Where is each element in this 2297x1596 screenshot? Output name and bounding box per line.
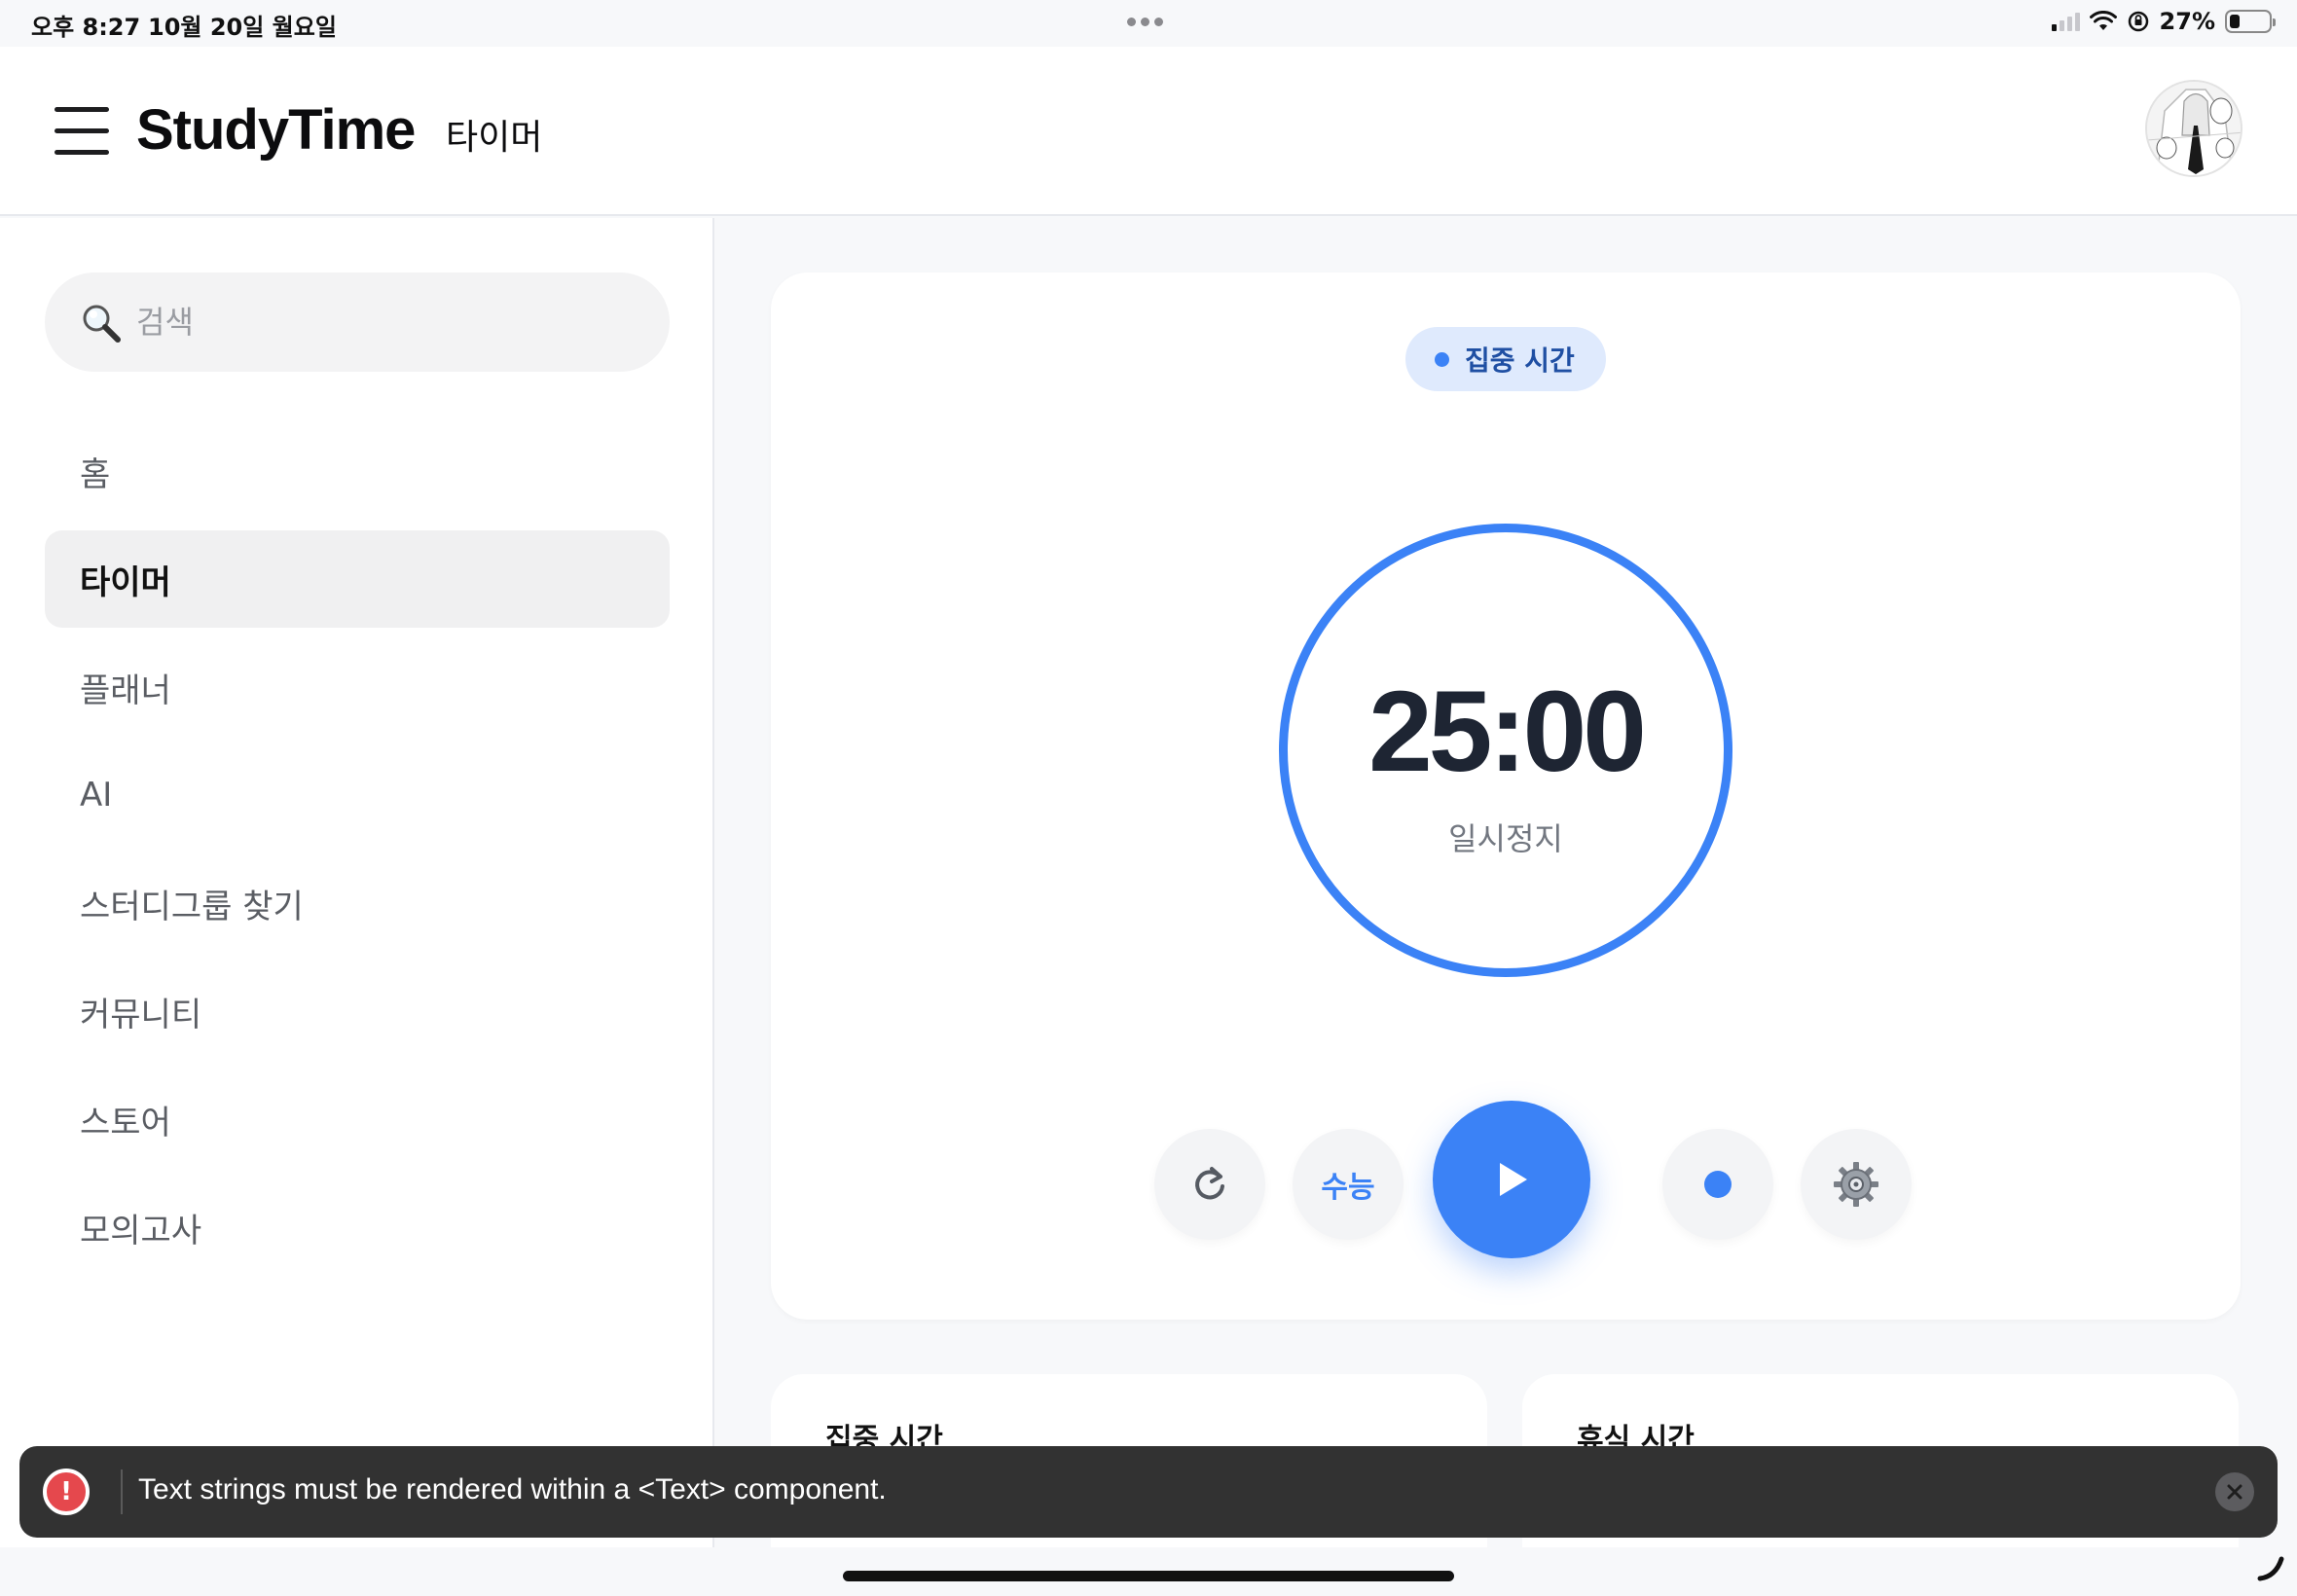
status-date: 10월 20일 월요일 bbox=[148, 14, 337, 41]
avatar[interactable] bbox=[2145, 80, 2242, 177]
menu-icon[interactable] bbox=[55, 105, 109, 156]
wifi-icon bbox=[2089, 11, 2117, 30]
search-input[interactable] bbox=[136, 272, 642, 372]
sidebar-item-label: 타이머 bbox=[80, 562, 171, 602]
multitasking-dots-icon[interactable] bbox=[1127, 18, 1163, 26]
bottom-bar bbox=[0, 1547, 2297, 1596]
error-icon: ! bbox=[43, 1469, 90, 1515]
battery-fill bbox=[2230, 15, 2240, 28]
play-button[interactable] bbox=[1433, 1101, 1590, 1258]
timer-display: 25:00 bbox=[1368, 668, 1647, 796]
status-bar: 오후 8:27 10월 20일 월요일 27% bbox=[0, 0, 2297, 47]
sidebar-item-ai[interactable]: AI bbox=[45, 746, 670, 844]
orientation-lock-icon bbox=[2128, 11, 2148, 32]
close-icon bbox=[2227, 1484, 2242, 1500]
app-brand: StudyTime bbox=[136, 98, 416, 162]
app-header: StudyTime 타이머 bbox=[0, 47, 2297, 216]
main-content: 집중 시간 25:00 일시정지 수능 집중 시간 휴식 시간 bbox=[716, 218, 2297, 1596]
record-button[interactable] bbox=[1662, 1129, 1773, 1240]
mode-label: 집중 시간 bbox=[1465, 345, 1575, 377]
sidebar-item-label: 스터디그룹 찾기 bbox=[80, 887, 304, 926]
battery-percent: 27% bbox=[2159, 8, 2215, 35]
sidebar-item-planner[interactable]: 플래너 bbox=[45, 638, 670, 736]
sidebar-item-store[interactable]: 스토어 bbox=[45, 1070, 670, 1168]
sidebar-item-label: 플래너 bbox=[80, 671, 171, 710]
preset-button[interactable]: 수능 bbox=[1293, 1129, 1404, 1240]
error-toast: ! Text strings must be rendered within a… bbox=[19, 1446, 2278, 1538]
sidebar-item-label: 스토어 bbox=[80, 1103, 171, 1143]
settings-button[interactable] bbox=[1801, 1129, 1912, 1240]
search-box[interactable] bbox=[45, 272, 670, 372]
reset-button[interactable] bbox=[1154, 1129, 1265, 1240]
sidebar-item-home[interactable]: 홈 bbox=[45, 422, 670, 520]
gear-icon bbox=[1834, 1162, 1878, 1207]
play-icon bbox=[1500, 1163, 1527, 1196]
sidebar-nav: 홈 타이머 플래너 AI 스터디그룹 찾기 커뮤니티 스토어 모의고사 bbox=[45, 422, 670, 1287]
sidebar-item-mock-exam[interactable]: 모의고사 bbox=[45, 1179, 670, 1276]
sidebar-item-label: 홈 bbox=[80, 454, 111, 494]
status-right-group: 27% bbox=[2051, 8, 2276, 35]
status-time: 오후 8:27 bbox=[31, 14, 141, 41]
sidebar: 홈 타이머 플래너 AI 스터디그룹 찾기 커뮤니티 스토어 모의고사 bbox=[0, 218, 714, 1596]
sidebar-item-label: AI bbox=[80, 776, 113, 815]
reset-icon bbox=[1195, 1167, 1224, 1200]
mode-badge[interactable]: 집중 시간 bbox=[1405, 327, 1606, 391]
timer-progress-ring: 25:00 일시정지 bbox=[1279, 524, 1732, 977]
sidebar-item-label: 커뮤니티 bbox=[80, 995, 202, 1034]
preset-label: 수능 bbox=[1321, 1171, 1375, 1205]
home-indicator[interactable] bbox=[843, 1571, 1454, 1581]
toast-divider bbox=[121, 1469, 123, 1514]
timer-card: 집중 시간 25:00 일시정지 수능 bbox=[771, 272, 2241, 1320]
toast-close-button[interactable] bbox=[2215, 1472, 2254, 1511]
timer-status: 일시정지 bbox=[1448, 820, 1563, 857]
toast-message: Text strings must be rendered within a <… bbox=[138, 1473, 887, 1505]
avatar-image bbox=[2147, 82, 2241, 175]
sidebar-item-community[interactable]: 커뮤니티 bbox=[45, 962, 670, 1060]
battery-icon bbox=[2225, 10, 2276, 33]
record-dot-icon bbox=[1704, 1171, 1732, 1198]
sidebar-item-label: 모의고사 bbox=[80, 1211, 202, 1251]
page-title: 타이머 bbox=[446, 118, 543, 158]
mode-dot-icon bbox=[1435, 351, 1449, 367]
sidebar-item-study-group[interactable]: 스터디그룹 찾기 bbox=[45, 854, 670, 952]
search-icon bbox=[83, 305, 121, 343]
cellular-signal-icon bbox=[2051, 12, 2080, 31]
pencil-hover-icon bbox=[2257, 1556, 2284, 1581]
sidebar-item-timer[interactable]: 타이머 bbox=[45, 530, 670, 628]
